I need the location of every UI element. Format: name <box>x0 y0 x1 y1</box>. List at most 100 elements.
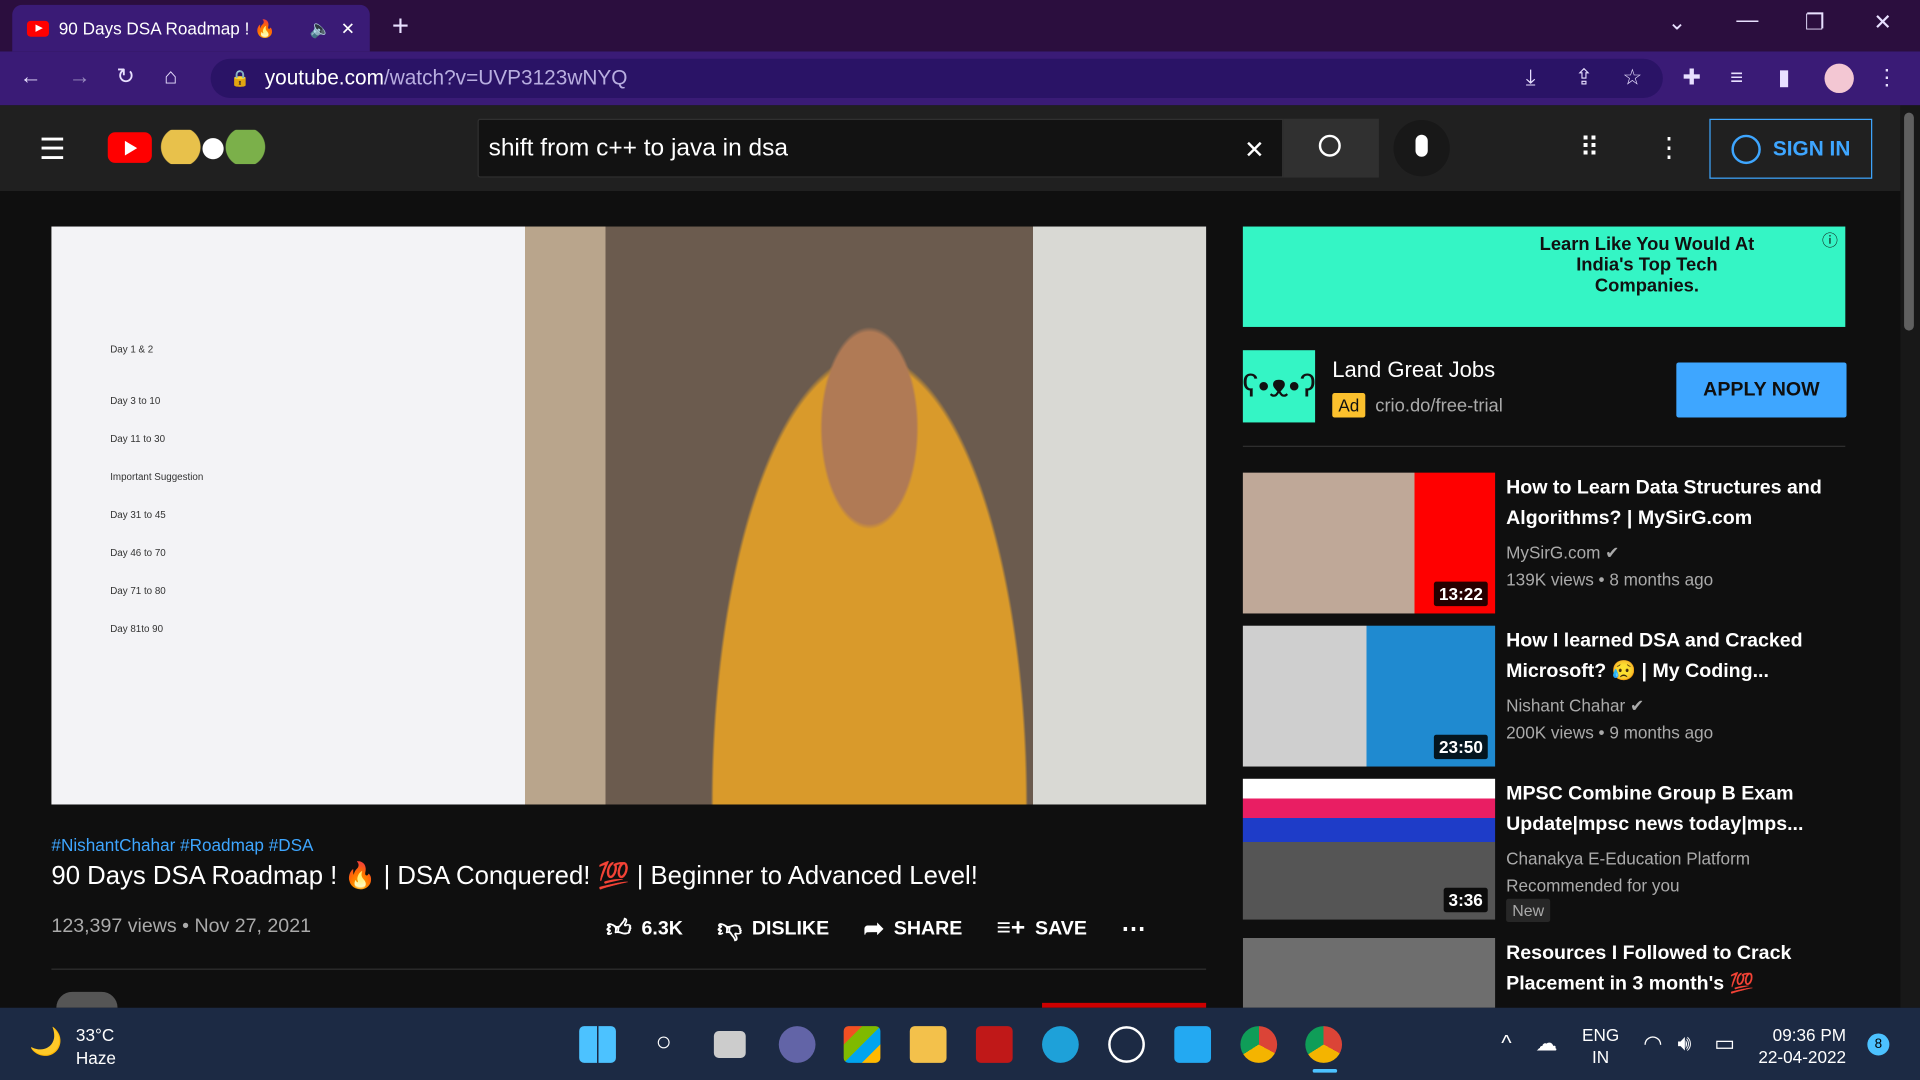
store-icon[interactable] <box>843 1026 881 1063</box>
recommendation-item[interactable]: 13:22 How to Learn Data Structures and A… <box>1242 472 1855 614</box>
install-icon[interactable]: ⤓ <box>1526 65 1536 91</box>
apps-grid-icon[interactable]: ⠿ <box>1580 132 1600 164</box>
duration-badge: 23:50 <box>1434 734 1488 760</box>
extensions-icon[interactable]: ✚ <box>1682 65 1700 91</box>
reload-icon[interactable]: ↻ <box>116 64 134 90</box>
language-indicator[interactable]: ENG IN <box>1582 1024 1619 1068</box>
rec-stats: 200K views • 9 months ago <box>1506 722 1714 743</box>
video-thumbnail[interactable]: 13:22 <box>1242 472 1496 614</box>
settings-menu-icon[interactable]: ⋮ <box>1656 132 1683 164</box>
video-hashtags[interactable]: #NishantChahar #Roadmap #DSA <box>51 835 313 855</box>
hamburger-menu-icon[interactable]: ☰ <box>39 132 65 168</box>
chat-icon[interactable] <box>778 1026 816 1063</box>
chrome-icon[interactable] <box>1240 1026 1278 1063</box>
start-windows-icon[interactable] <box>579 1026 616 1063</box>
video-thumbnail[interactable]: 3:36 <box>1242 778 1496 920</box>
active-indicator <box>1312 1068 1338 1073</box>
close-tab-icon[interactable]: ✕ <box>341 18 355 39</box>
save-button[interactable]: ≡+ SAVE <box>997 915 1087 943</box>
ad-info-icon[interactable]: ⓘ <box>1822 228 1838 251</box>
url-host: youtube.com <box>264 66 384 90</box>
clear-search-icon[interactable]: ✕ <box>1244 135 1265 166</box>
notification-badge[interactable]: 8 <box>1867 1033 1890 1056</box>
video-title: 90 Days DSA Roadmap ! 🔥 | DSA Conquered!… <box>51 862 978 891</box>
moon-weather-icon: 🌙 <box>29 1026 63 1057</box>
tray-chevron-icon[interactable]: ^ <box>1501 1031 1511 1057</box>
thumbs-up-icon: 👍︎ <box>606 915 632 943</box>
search-input[interactable]: shift from c++ to java in dsa <box>477 118 1284 178</box>
video-thumbnail[interactable] <box>1242 937 1496 1008</box>
doodle-logo[interactable] <box>159 129 267 165</box>
like-button[interactable]: 👍︎ 6.3K <box>606 914 683 943</box>
clock[interactable]: 09:36 PM 22-04-2022 <box>1758 1024 1846 1068</box>
vscode-icon[interactable] <box>1174 1026 1212 1063</box>
minimize-button[interactable]: — <box>1736 7 1758 33</box>
tab-search-icon[interactable]: ⌄ <box>1668 10 1686 36</box>
search-query: shift from c++ to java in dsa <box>488 134 789 162</box>
task-view-icon[interactable] <box>713 1031 746 1058</box>
more-actions-button[interactable]: ⋯ <box>1121 913 1145 944</box>
ad-title[interactable]: Land Great Jobs <box>1332 358 1495 384</box>
wifi-icon[interactable]: ◠ <box>1643 1031 1662 1057</box>
file-explorer-icon[interactable] <box>909 1026 947 1063</box>
search-taskbar-icon[interactable]: ○ <box>645 1026 682 1063</box>
weather-widget[interactable]: 33°C Haze <box>76 1024 116 1071</box>
home-icon[interactable]: ⌂ <box>164 64 177 90</box>
back-icon[interactable]: ← <box>20 64 42 90</box>
rec-title[interactable]: MPSC Combine Group B Exam Update|mpsc ne… <box>1506 779 1855 840</box>
recommendation-item[interactable]: 3:36 MPSC Combine Group B Exam Update|mp… <box>1242 778 1855 923</box>
rec-title[interactable]: How to Learn Data Structures and Algorit… <box>1506 473 1855 534</box>
share-button[interactable]: ➦ SHARE <box>863 913 962 944</box>
scrollbar-thumb[interactable] <box>1904 112 1914 331</box>
whiteboard-item: Day 46 to 70 <box>110 547 166 559</box>
weather-condition: Haze <box>75 1048 116 1068</box>
onedrive-icon[interactable]: ☁ <box>1536 1031 1558 1057</box>
sign-in-button[interactable]: SIGN IN <box>1709 118 1873 179</box>
browser-tab[interactable]: 90 Days DSA Roadmap ! 🔥 🔈 ✕ <box>12 4 370 52</box>
side-panel-icon[interactable]: ▮ <box>1778 65 1790 91</box>
forward-icon[interactable]: → <box>69 64 91 90</box>
video-thumbnail[interactable]: 23:50 <box>1242 625 1496 767</box>
apply-now-button[interactable]: APPLY NOW <box>1676 362 1847 418</box>
rec-channel[interactable]: Nishant Chahar <box>1506 696 1625 716</box>
mcafee-icon[interactable] <box>975 1026 1013 1063</box>
restore-button[interactable]: ❐ <box>1805 10 1825 36</box>
battery-icon[interactable]: ▭ <box>1714 1031 1735 1057</box>
whiteboard-item: Day 71 to 80 <box>110 585 166 597</box>
dislike-button[interactable]: 👎︎ DISLIKE <box>717 914 829 943</box>
ad-banner[interactable]: Learn Like You Would At India's Top Tech… <box>1242 226 1846 327</box>
lang-code: ENG <box>1582 1024 1620 1045</box>
rec-channel[interactable]: MySirG.com <box>1506 542 1600 562</box>
new-tab-button[interactable]: + <box>392 10 409 44</box>
share-arrow-icon: ➦ <box>863 915 884 943</box>
channel-avatar[interactable] <box>56 991 118 1008</box>
youtube-logo[interactable] <box>107 132 152 163</box>
new-badge: New <box>1506 898 1551 923</box>
taskbar <box>0 1007 1920 1080</box>
edge-icon[interactable] <box>1042 1026 1079 1063</box>
date: 22-04-2022 <box>1758 1046 1847 1067</box>
chrome-active-icon[interactable] <box>1305 1026 1343 1063</box>
browser-menu-icon[interactable]: ⋮ <box>1876 65 1898 91</box>
mic-icon <box>1415 134 1428 157</box>
bookmark-star-icon[interactable]: ☆ <box>1622 65 1642 91</box>
voice-search-button[interactable] <box>1393 120 1450 177</box>
save-label: SAVE <box>1035 917 1087 939</box>
rec-channel[interactable]: Chanakya E-Education Platform <box>1506 845 1855 872</box>
rec-title[interactable]: Resources I Followed to Crack Placement … <box>1506 938 1855 999</box>
profile-avatar[interactable] <box>1824 63 1854 94</box>
media-icon[interactable]: ≡ <box>1730 65 1743 91</box>
recommendation-item[interactable]: Resources I Followed to Crack Placement … <box>1242 937 1855 1008</box>
close-window-button[interactable]: ✕ <box>1873 10 1891 36</box>
dell-icon[interactable] <box>1108 1026 1145 1063</box>
duration-badge: 13:22 <box>1434 581 1488 607</box>
volume-icon[interactable]: 🔊︎ <box>1678 1031 1692 1057</box>
recommendation-item[interactable]: 23:50 How I learned DSA and Cracked Micr… <box>1242 625 1855 767</box>
address-bar[interactable]: 🔒 youtube.com/watch?v=UVP3123wNYQ <box>210 58 1663 98</box>
search-button[interactable] <box>1283 118 1379 178</box>
temperature: 33°C <box>75 1024 115 1045</box>
share-icon[interactable]: ⇪ <box>1575 65 1593 91</box>
rec-title[interactable]: How I learned DSA and Cracked Microsoft?… <box>1506 626 1855 687</box>
user-icon <box>1731 134 1761 164</box>
dislike-label: DISLIKE <box>751 917 830 939</box>
